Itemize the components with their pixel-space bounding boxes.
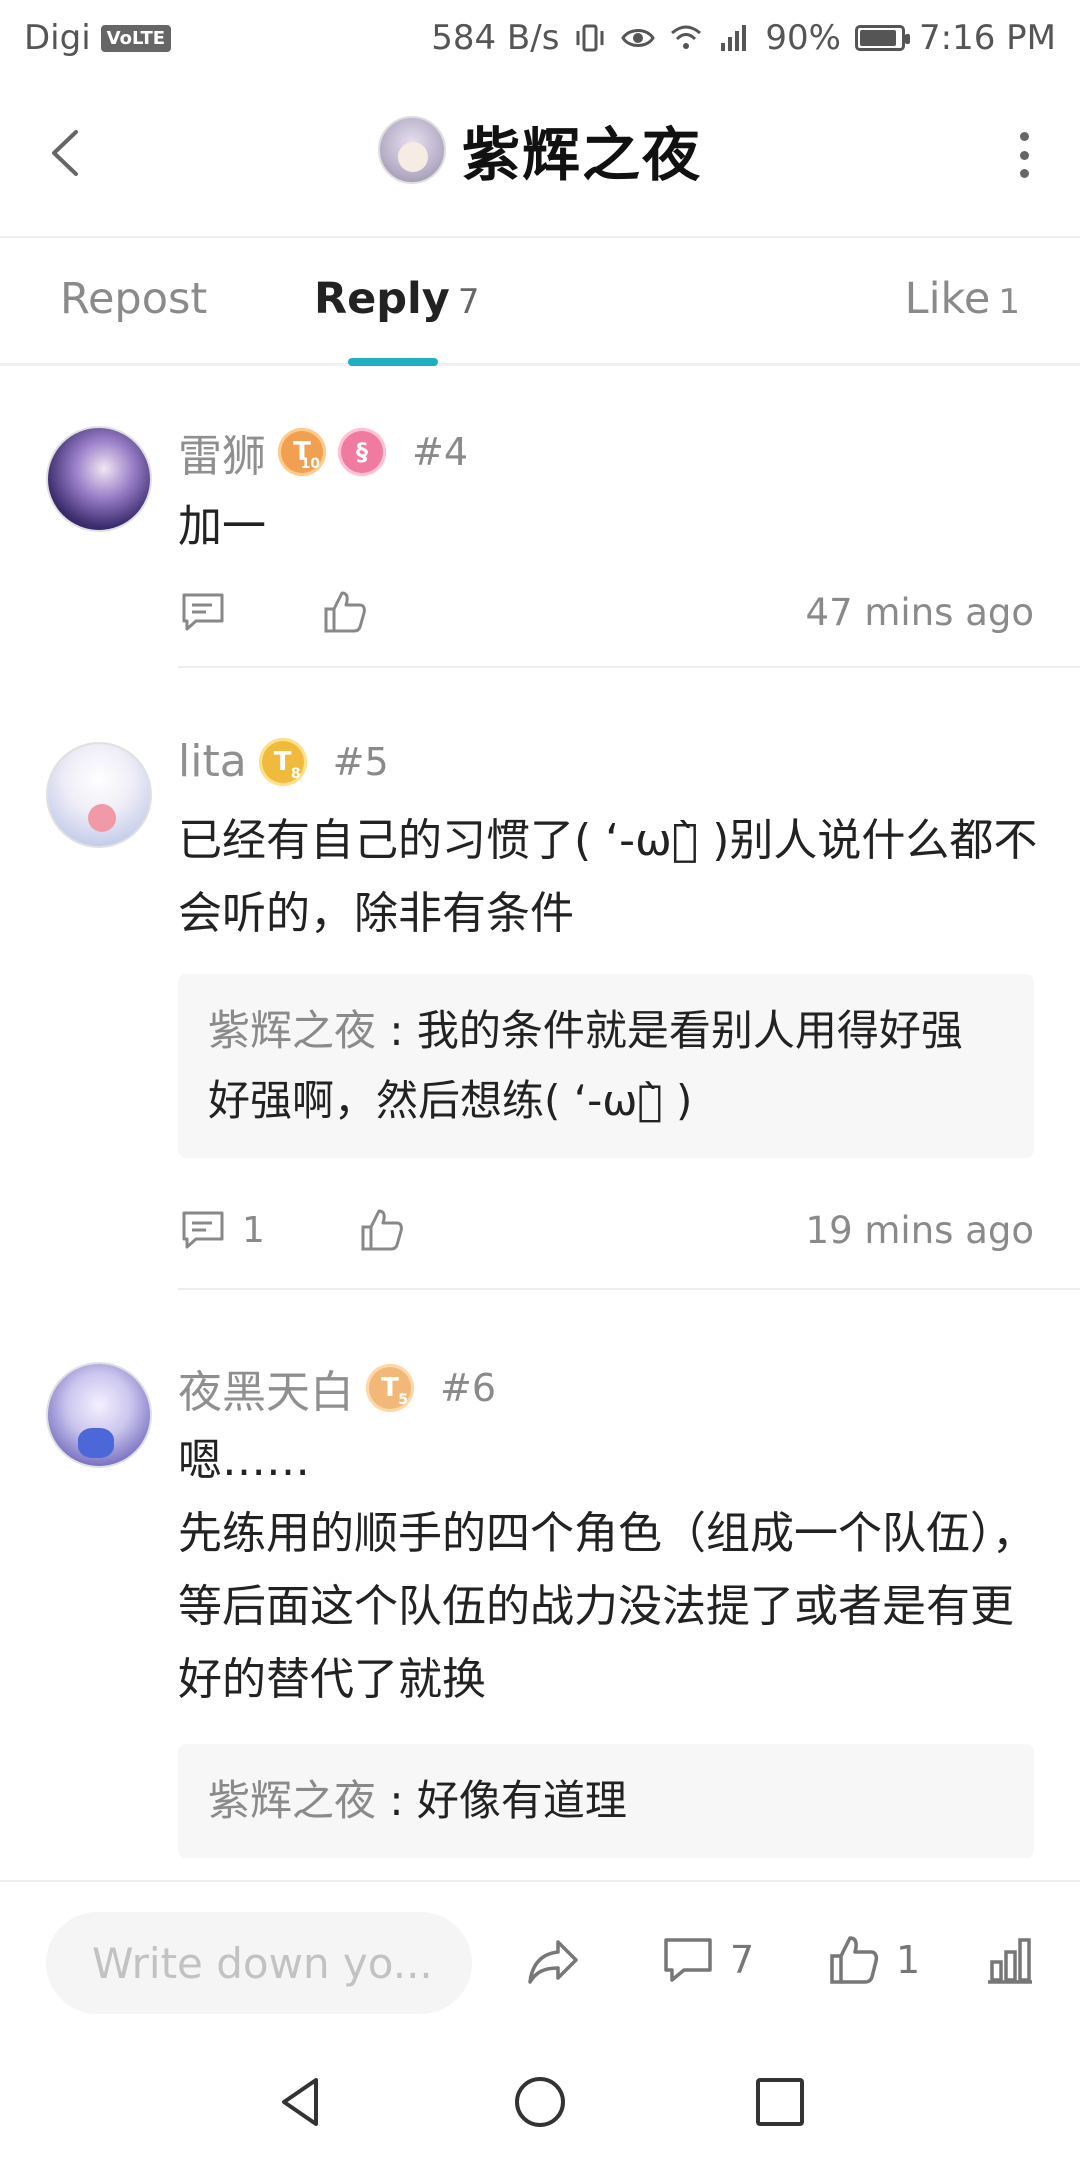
like-icon[interactable] [320, 587, 370, 637]
wifi-icon [671, 25, 702, 49]
quoted-reply[interactable]: 紫辉之夜 : 好像有道理 [178, 1744, 1034, 1858]
tab-reply-count: 7 [457, 282, 480, 322]
carrier-label: Digi [24, 18, 91, 58]
comment-button[interactable]: 7 [660, 1932, 754, 1988]
app-header: 紫辉之夜 [0, 76, 1080, 238]
floor-number: #4 [412, 430, 469, 474]
tab-bar: Repost Reply 7 Like 1 [0, 240, 1080, 366]
comment-text-line: 先练用的顺手的四个角色（组成一个队伍），等后面这个队伍的战力没法提了或者是有更好… [178, 1508, 1036, 1705]
volte-badge: VoLTE [100, 24, 172, 52]
divider [178, 666, 1080, 668]
reply-icon[interactable] [178, 587, 228, 637]
tab-like-count: 1 [998, 282, 1020, 322]
nav-back-icon[interactable] [272, 2072, 332, 2132]
username[interactable]: 夜黑天白 [178, 1356, 354, 1420]
reply-count: 1 [242, 1209, 265, 1251]
quoted-username: 紫辉之夜 [208, 1776, 377, 1825]
reply-icon[interactable] [178, 1205, 228, 1255]
like-button[interactable]: 1 [826, 1932, 920, 1988]
nav-recent-apps-icon[interactable] [750, 2072, 810, 2132]
signal-icon [721, 25, 747, 51]
stats-button[interactable] [984, 1932, 1036, 1988]
vibrate-icon [576, 24, 604, 52]
comment-text: 加一 [178, 501, 266, 552]
divider [178, 1288, 1080, 1290]
status-bar: Digi VoLTE 584 B/s 90% 7:16 PM [0, 0, 1080, 76]
active-tab-indicator [348, 358, 438, 366]
share-button[interactable] [524, 1932, 582, 1990]
clock: 7:16 PM [919, 18, 1056, 58]
avatar[interactable] [46, 426, 152, 532]
nav-home-icon[interactable] [510, 2072, 570, 2132]
tab-repost[interactable]: Repost [60, 274, 207, 324]
tab-reply[interactable]: Reply 7 [314, 274, 479, 324]
quoted-reply[interactable]: 紫辉之夜 : 我的条件就是看别人用得好强好强啊，然后想练( ‘-ωก̀ ) [178, 974, 1034, 1158]
network-speed: 584 B/s [431, 18, 560, 58]
comment-time: 19 mins ago [805, 1208, 1034, 1252]
comment-count: 7 [730, 1938, 755, 1982]
share-icon [528, 1940, 578, 1984]
comment-icon [664, 1938, 712, 1982]
thumb-up-icon [830, 1936, 879, 1984]
tab-reply-label: Reply [314, 274, 450, 324]
bar-chart-icon [988, 1938, 1032, 1984]
battery-percent: 90% [765, 18, 841, 58]
tab-repost-label: Repost [60, 274, 208, 324]
battery-icon [855, 25, 910, 51]
quoted-username: 紫辉之夜 [208, 1006, 377, 1055]
username[interactable]: 雷狮 [178, 420, 266, 484]
level-badge-icon: T5 [366, 1364, 414, 1412]
eye-icon [621, 29, 656, 47]
level-badge-icon: T 10 [278, 428, 326, 476]
floor-number: #5 [332, 739, 389, 784]
username[interactable]: lita [178, 736, 247, 787]
floor-number: #6 [440, 1366, 497, 1410]
bottom-action-bar: Write down yo... 7 1 [0, 1880, 1080, 2042]
reply-input[interactable]: Write down yo... [46, 1912, 472, 2014]
tab-like[interactable]: Like 1 [905, 274, 1020, 324]
special-badge-icon: § [338, 428, 386, 476]
system-nav-bar [0, 2042, 1080, 2160]
quote-separator: : [376, 1006, 417, 1055]
comment-text-line: 嗯…… [178, 1435, 310, 1486]
quoted-text: 好像有道理 [416, 1776, 627, 1825]
level-badge-icon: T8 [258, 737, 307, 786]
more-vertical-icon[interactable] [1018, 132, 1030, 178]
quote-separator: : [376, 1776, 417, 1825]
comment-text: 已经有自己的习惯了( ‘-ωก̀ )别人说什么都不会听的，除非有条件 [178, 815, 1038, 939]
like-count: 1 [896, 1938, 921, 1982]
comment-text: 嗯…… 先练用的顺手的四个角色（组成一个队伍），等后面这个队伍的战力没法提了或者… [178, 1424, 1038, 1716]
page-title: 紫辉之夜 [461, 121, 702, 189]
avatar[interactable] [46, 1362, 152, 1468]
avatar[interactable] [46, 742, 152, 848]
tab-like-label: Like [904, 274, 991, 324]
like-icon[interactable] [357, 1205, 407, 1255]
comment-time: 47 mins ago [805, 590, 1034, 634]
poster-avatar[interactable] [377, 116, 446, 184]
